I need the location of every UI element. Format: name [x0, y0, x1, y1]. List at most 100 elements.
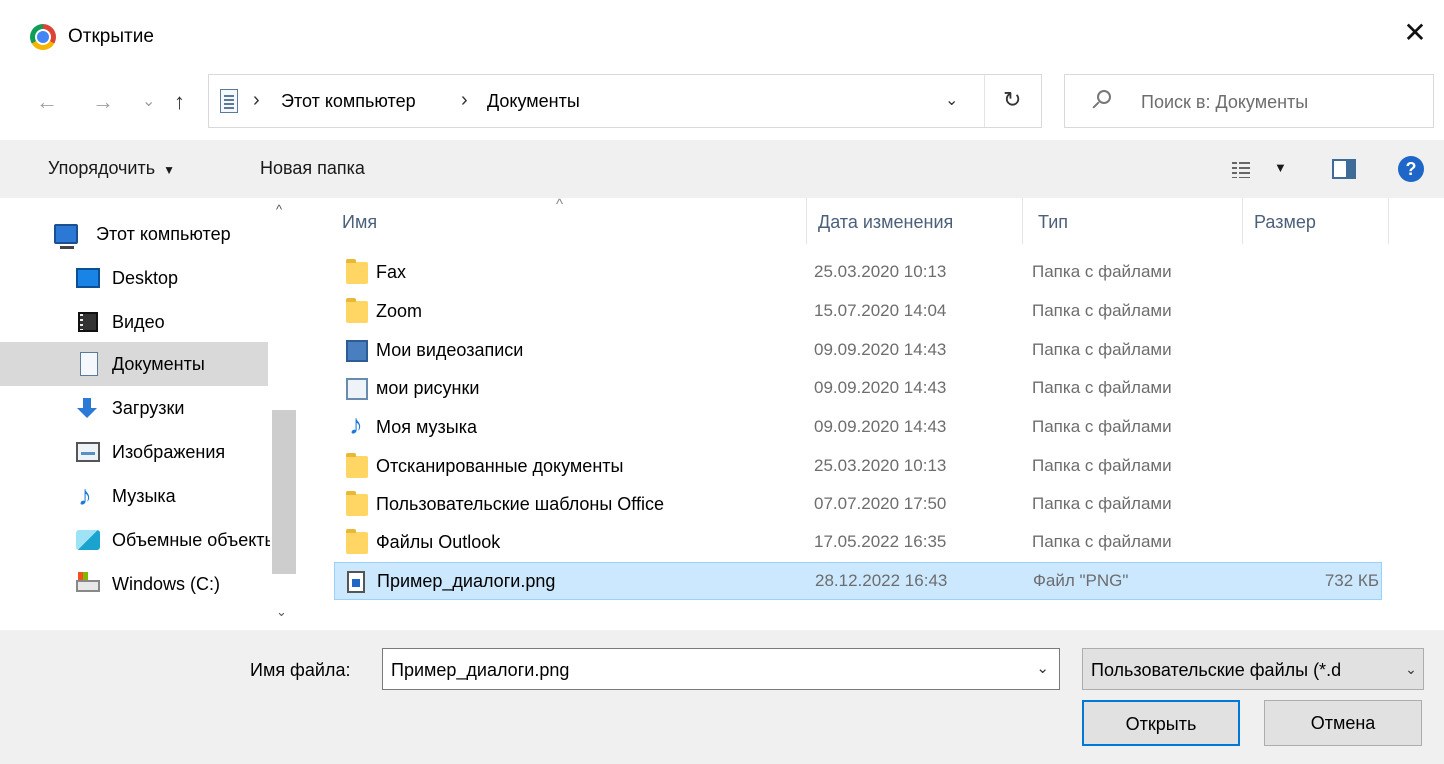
filename-input[interactable]: Пример_диалоги.png ⌄ — [382, 648, 1060, 690]
up-button[interactable]: ↑ — [174, 88, 185, 116]
column-divider[interactable] — [806, 198, 807, 244]
sidebar-item-images[interactable]: Изображения — [0, 430, 268, 474]
file-name: Отсканированные документы — [376, 456, 624, 476]
png-file-icon — [347, 571, 365, 593]
file-row-my-videos[interactable]: Мои видеозаписи 09.09.2020 14:43 Папка с… — [334, 332, 1382, 370]
file-row-office-templates[interactable]: Пользовательские шаблоны Office 07.07.20… — [334, 486, 1382, 524]
desktop-icon — [76, 268, 100, 288]
3d-objects-icon — [76, 530, 100, 550]
column-size[interactable]: Размер — [1254, 212, 1316, 233]
file-name: Пример_диалоги.png — [377, 571, 556, 591]
command-bar: Упорядочить ▼ Новая папка ▼ ? — [0, 140, 1444, 198]
scroll-down-icon[interactable]: ⌄ — [276, 604, 287, 620]
breadcrumb-separator: › — [253, 89, 260, 111]
close-button[interactable]: ✕ — [1400, 18, 1430, 48]
filename-dropdown-icon[interactable]: ⌄ — [1036, 659, 1049, 677]
downloads-icon — [76, 398, 98, 418]
sidebar-item-documents[interactable]: Документы — [0, 342, 268, 386]
address-dropdown-button[interactable]: ⌄ — [945, 90, 958, 110]
images-icon — [76, 442, 100, 462]
file-name: мои рисунки — [376, 378, 480, 398]
column-divider[interactable] — [1242, 198, 1243, 244]
file-row-my-pictures[interactable]: мои рисунки 09.09.2020 14:43 Папка с фай… — [334, 370, 1382, 408]
sidebar-item-label: Windows (C:) — [112, 574, 221, 594]
file-date: 15.07.2020 14:04 — [814, 301, 947, 320]
help-icon[interactable]: ? — [1398, 156, 1424, 182]
sidebar-item-video[interactable]: Видео — [0, 300, 268, 344]
file-type: Папка с файлами — [1032, 301, 1172, 320]
back-button[interactable]: ← — [36, 88, 58, 116]
file-list: ^ Имя Дата изменения Тип Размер Fax 25.0… — [298, 196, 1444, 630]
open-button[interactable]: Открыть — [1082, 700, 1240, 746]
file-date: 28.12.2022 16:43 — [815, 571, 948, 590]
search-input[interactable]: Поиск в: Документы — [1064, 74, 1434, 128]
file-type-filter-select[interactable]: Пользовательские файлы (*.d ⌄ — [1082, 648, 1424, 690]
window-title: Открытие — [68, 26, 154, 47]
preview-pane-icon[interactable] — [1332, 159, 1356, 179]
search-icon — [1097, 90, 1111, 104]
folder-icon — [346, 259, 368, 284]
filename-value: Пример_диалоги.png — [391, 660, 570, 680]
filename-label: Имя файла: — [250, 660, 351, 680]
column-date-modified[interactable]: Дата изменения — [818, 212, 953, 233]
file-row-my-music[interactable]: Моя музыка 09.09.2020 14:43 Папка с файл… — [334, 409, 1382, 447]
file-row-selected-png[interactable]: Пример_диалоги.png 28.12.2022 16:43 Файл… — [334, 562, 1382, 600]
navigation-scrollbar[interactable]: ^ ⌄ — [270, 198, 298, 630]
file-row-fax[interactable]: Fax 25.03.2020 10:13 Папка с файлами — [334, 254, 1382, 292]
documents-icon — [80, 352, 98, 376]
view-options-caret-icon[interactable]: ▼ — [1274, 160, 1287, 175]
drive-icon — [76, 572, 100, 592]
file-row-outlook-files[interactable]: Файлы Outlook 17.05.2022 16:35 Папка с ф… — [334, 524, 1382, 562]
file-size: 732 КБ — [1324, 571, 1379, 590]
forward-button[interactable]: → — [92, 88, 114, 116]
breadcrumb-separator: › — [461, 89, 468, 111]
organize-caret-icon: ▼ — [163, 163, 176, 177]
file-date: 09.09.2020 14:43 — [814, 340, 947, 359]
sidebar-item-label: Изображения — [112, 442, 226, 462]
recent-locations-button[interactable]: ⌄ — [142, 88, 155, 116]
sidebar-item-downloads[interactable]: Загрузки — [0, 386, 268, 430]
file-row-scanned-documents[interactable]: Отсканированные документы 25.03.2020 10:… — [334, 448, 1382, 486]
filter-dropdown-icon[interactable]: ⌄ — [1399, 649, 1423, 689]
file-name: Пользовательские шаблоны Office — [376, 494, 664, 514]
title-bar: Открытие ✕ — [0, 0, 1444, 66]
file-type: Папка с файлами — [1032, 494, 1172, 513]
refresh-button[interactable]: ↻ — [1003, 87, 1021, 113]
folder-icon — [346, 453, 368, 478]
scrollbar-thumb[interactable] — [272, 410, 296, 574]
sidebar-item-label: Документы — [112, 354, 205, 374]
sidebar-item-music[interactable]: Музыка — [0, 474, 268, 518]
column-name[interactable]: Имя — [342, 212, 377, 233]
scroll-up-icon[interactable]: ^ — [276, 202, 282, 217]
organize-button[interactable]: Упорядочить ▼ — [48, 158, 175, 179]
video-shortcut-icon — [346, 340, 368, 362]
file-name: Fax — [376, 262, 407, 282]
column-headers: ^ Имя Дата изменения Тип Размер — [298, 196, 1444, 244]
breadcrumb-documents[interactable]: Документы — [487, 91, 580, 112]
sidebar-item-label: Объемные объекты — [112, 530, 278, 550]
file-row-zoom[interactable]: Zoom 15.07.2020 14:04 Папка с файлами — [334, 293, 1382, 331]
chrome-icon — [30, 24, 56, 50]
file-type-filter-value: Пользовательские файлы (*.d — [1091, 660, 1342, 680]
organize-label: Упорядочить — [48, 158, 156, 178]
file-date: 09.09.2020 14:43 — [814, 378, 947, 397]
file-name: Моя музыка — [376, 417, 478, 437]
file-type: Папка с файлами — [1032, 262, 1172, 281]
view-options-icon[interactable] — [1232, 162, 1250, 178]
address-bar[interactable]: › Этот компьютер › Документы ⌄ ↻ — [208, 74, 1042, 128]
file-type: Папка с файлами — [1032, 340, 1172, 359]
pictures-shortcut-icon — [346, 378, 368, 400]
file-name: Zoom — [376, 301, 423, 321]
breadcrumb-this-pc[interactable]: Этот компьютер — [281, 91, 416, 112]
sidebar-item-this-pc[interactable]: Этот компьютер — [0, 212, 268, 256]
column-type[interactable]: Тип — [1038, 212, 1068, 233]
sidebar-item-desktop[interactable]: Desktop — [0, 256, 268, 300]
navigation-bar: ← → ⌄ ↑ › Этот компьютер › Документы ⌄ ↻… — [0, 66, 1444, 140]
file-type: Папка с файлами — [1032, 456, 1172, 475]
new-folder-button[interactable]: Новая папка — [260, 158, 365, 179]
sidebar-item-windows-c[interactable]: Windows (C:) — [0, 562, 268, 606]
column-divider[interactable] — [1388, 198, 1389, 244]
sidebar-item-3d-objects[interactable]: Объемные объекты — [0, 518, 277, 562]
cancel-button[interactable]: Отмена — [1264, 700, 1422, 746]
column-divider[interactable] — [1022, 198, 1023, 244]
